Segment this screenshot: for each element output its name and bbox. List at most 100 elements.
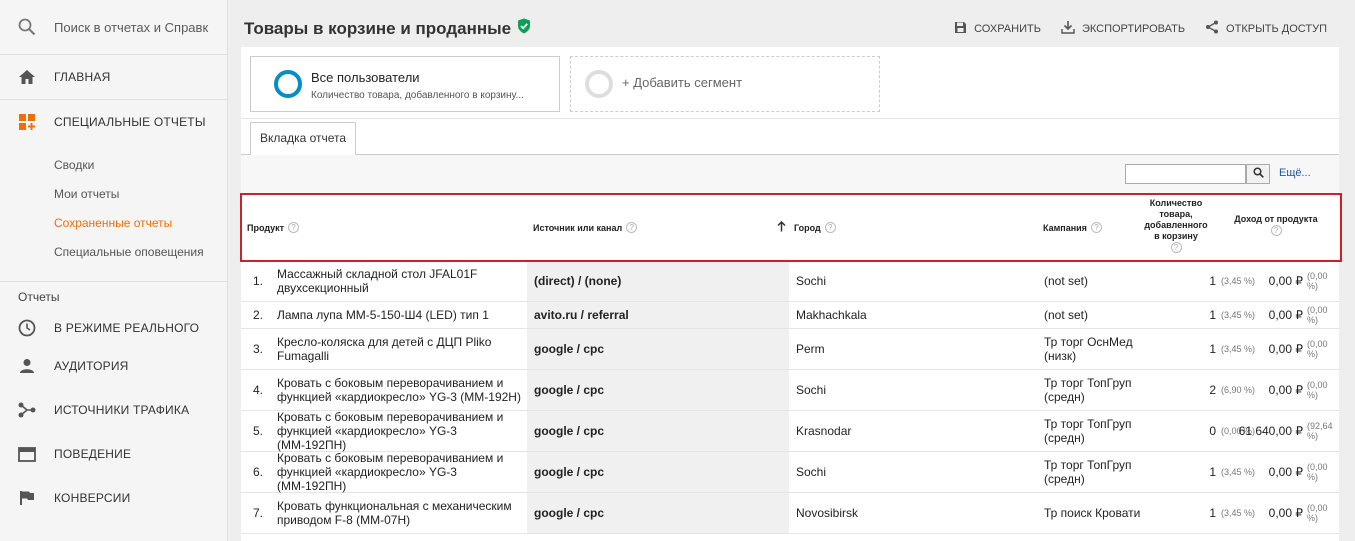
qty-percent: (3,45 %): [1221, 276, 1256, 286]
campaign-cell[interactable]: Тр торг ТопГруп (средн): [1044, 452, 1144, 492]
table-row: 7. Кровать функциональная с механическим…: [241, 493, 1339, 534]
qty-percent: (6,90 %): [1221, 385, 1256, 395]
qty-value: 1: [1209, 342, 1216, 356]
campaign-cell[interactable]: Тр торг ТопГруп (средн): [1044, 370, 1144, 410]
nav-realtime-label: В РЕЖИМЕ РЕАЛЬНОГО: [54, 321, 200, 335]
source-cell[interactable]: google / cpc: [527, 329, 789, 369]
sub-custom-alerts[interactable]: Специальные оповещения: [0, 238, 227, 267]
share-button[interactable]: ОТКРЫТЬ ДОСТУП: [1205, 20, 1327, 37]
revenue-percent: (0,00 %): [1307, 462, 1328, 482]
qty-value: 1: [1209, 308, 1216, 322]
revenue-percent: (0,00 %): [1307, 380, 1328, 400]
campaign-cell[interactable]: Тр торг ОснМед (низк): [1044, 329, 1144, 369]
row-index: 4.: [253, 383, 264, 397]
search-input[interactable]: Поиск в отчетах и Справк: [54, 20, 208, 35]
source-cell[interactable]: google / cpc: [527, 452, 789, 492]
table-row: 3. Кресло-коляска для детей с ДЦП Pliko …: [241, 329, 1339, 370]
campaign-cell[interactable]: (not set): [1044, 261, 1144, 301]
city-cell[interactable]: Makhachkala: [796, 302, 1036, 328]
acquisition-icon: [0, 402, 54, 418]
table-search-input[interactable]: [1125, 164, 1246, 184]
revenue-percent: (0,00 %): [1307, 339, 1328, 359]
export-label: ЭКСПОРТИРОВАТЬ: [1081, 22, 1186, 35]
qty-value: 0: [1209, 424, 1216, 438]
product-link[interactable]: Кровать с боковым переворачиванием и фун…: [277, 451, 527, 493]
qty-percent: (3,45 %): [1221, 344, 1256, 354]
revenue-value: 0,00 ₽: [1268, 465, 1303, 479]
report-tabs: Вкладка отчета: [241, 119, 1339, 156]
page-title: Товары в корзине и проданные: [244, 18, 531, 39]
city-cell[interactable]: Krasnodar: [796, 411, 1036, 451]
nav-acquisition[interactable]: ИСТОЧНИКИ ТРАФИКА: [0, 388, 227, 432]
revenue-value: 0,00 ₽: [1268, 308, 1303, 322]
campaign-cell[interactable]: Тр поиск Кровати: [1044, 493, 1144, 533]
product-link[interactable]: Кровать с боковым переворачиванием и фун…: [277, 410, 527, 452]
source-cell[interactable]: google / cpc: [527, 411, 789, 451]
sidebar: Поиск в отчетах и Справк ГЛАВНАЯ СПЕЦИАЛ…: [0, 0, 228, 541]
product-link[interactable]: Кресло-коляска для детей с ДЦП Pliko Fum…: [277, 329, 527, 369]
city-cell[interactable]: Sochi: [796, 452, 1036, 492]
share-icon: [1205, 20, 1219, 37]
revenue-value: 61 640,00 ₽: [1238, 424, 1303, 438]
nav-audience[interactable]: АУДИТОРИЯ: [0, 344, 227, 388]
table-toolbar: Ещё...: [241, 155, 1339, 195]
segment-name: Все пользователи: [311, 70, 420, 85]
row-index: 5.: [253, 424, 264, 438]
revenue-percent: (0,00 %): [1307, 305, 1328, 325]
source-cell[interactable]: (direct) / (none): [527, 261, 789, 301]
source-cell[interactable]: avito.ru / referral: [527, 302, 789, 328]
source-cell[interactable]: google / cpc: [527, 493, 789, 533]
add-segment-label: + Добавить сегмент: [622, 75, 743, 90]
save-button[interactable]: СОХРАНИТЬ: [954, 20, 1041, 37]
nav-custom-reports[interactable]: СПЕЦИАЛЬНЫЕ ОТЧЕТЫ: [0, 100, 227, 144]
nav-realtime[interactable]: В РЕЖИМЕ РЕАЛЬНОГО: [0, 312, 227, 344]
nav-acquisition-label: ИСТОЧНИКИ ТРАФИКА: [54, 403, 190, 417]
nav-conversions[interactable]: КОНВЕРСИИ: [0, 476, 227, 520]
search-icon: [1252, 165, 1264, 183]
table-body: 1. Массажный складной стол JFAL01F двухс…: [241, 261, 1339, 534]
campaign-cell[interactable]: (not set): [1044, 302, 1144, 328]
sub-dashboards[interactable]: Сводки: [0, 151, 227, 180]
source-cell[interactable]: google / cpc: [527, 370, 789, 410]
table-row: 6. Кровать с боковым переворачиванием и …: [241, 451, 1339, 493]
row-index: 1.: [253, 274, 264, 288]
city-cell[interactable]: Sochi: [796, 261, 1036, 301]
segment-all-users[interactable]: Все пользователи Количество товара, доба…: [250, 56, 560, 112]
qty-value: 1: [1209, 274, 1216, 288]
revenue-value: 0,00 ₽: [1268, 506, 1303, 520]
nav-home[interactable]: ГЛАВНАЯ: [0, 55, 227, 99]
download-icon: [1061, 20, 1075, 37]
nav-behavior[interactable]: ПОВЕДЕНИЕ: [0, 432, 227, 476]
product-link[interactable]: Массажный складной стол JFAL01F двухсекц…: [277, 261, 527, 301]
clock-icon: [0, 319, 54, 337]
qty-percent: (3,45 %): [1221, 508, 1256, 518]
save-label: СОХРАНИТЬ: [974, 22, 1041, 35]
product-link[interactable]: Лампа лупа ММ-5-150-Ш4 (LED) тип 1: [277, 302, 527, 328]
row-index: 6.: [253, 465, 264, 479]
segment-ring-icon: [274, 70, 302, 98]
export-button[interactable]: ЭКСПОРТИРОВАТЬ: [1061, 20, 1185, 37]
city-cell[interactable]: Novosibirsk: [796, 493, 1036, 533]
more-link[interactable]: Ещё...: [1279, 167, 1311, 179]
report-panel: Все пользователи Количество товара, доба…: [241, 47, 1339, 541]
qty-percent: (3,45 %): [1221, 467, 1256, 477]
nav-conversions-label: КОНВЕРСИИ: [54, 491, 131, 505]
row-index: 2.: [253, 308, 264, 322]
qty-percent: (3,45 %): [1221, 310, 1256, 320]
nav-audience-label: АУДИТОРИЯ: [54, 359, 129, 373]
add-segment-button[interactable]: + Добавить сегмент: [570, 56, 880, 112]
table-row: 2. Лампа лупа ММ-5-150-Ш4 (LED) тип 1 av…: [241, 302, 1339, 329]
campaign-cell[interactable]: Тр торг ТопГруп (средн): [1044, 411, 1144, 451]
revenue-value: 0,00 ₽: [1268, 383, 1303, 397]
custom-reports-icon: [0, 113, 54, 131]
tab-report[interactable]: Вкладка отчета: [250, 122, 357, 156]
city-cell[interactable]: Sochi: [796, 370, 1036, 410]
product-link[interactable]: Кровать с боковым переворачиванием и фун…: [277, 370, 527, 410]
row-index: 3.: [253, 342, 264, 356]
sub-saved-reports[interactable]: Сохраненные отчеты: [0, 209, 227, 238]
city-cell[interactable]: Perm: [796, 329, 1036, 369]
sidebar-search[interactable]: Поиск в отчетах и Справк: [0, 0, 227, 55]
product-link[interactable]: Кровать функциональная с механическим пр…: [277, 493, 527, 533]
table-search-button[interactable]: [1246, 164, 1270, 184]
sub-my-reports[interactable]: Мои отчеты: [0, 180, 227, 209]
